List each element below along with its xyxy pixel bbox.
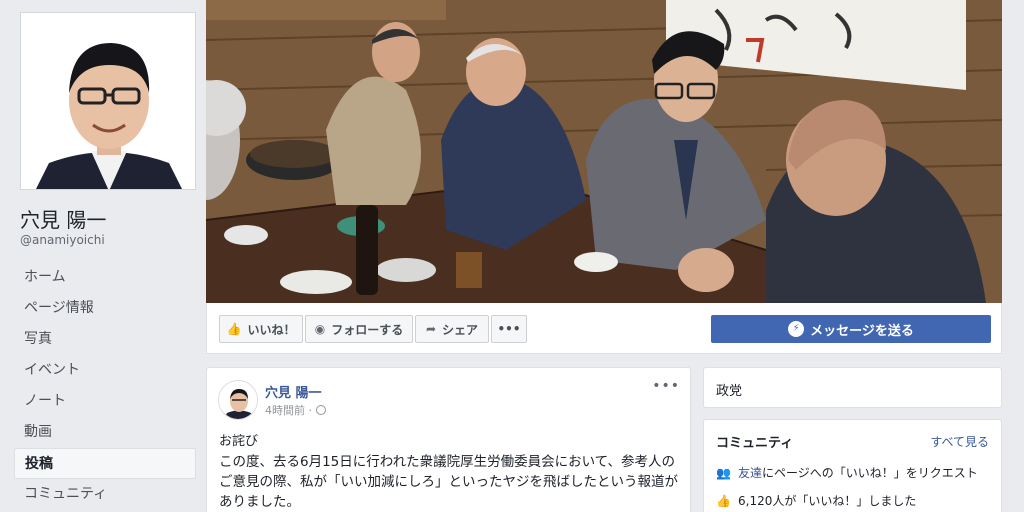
nav-item-videos[interactable]: 動画 xyxy=(14,417,196,448)
messenger-icon: ⚡ xyxy=(788,321,805,337)
send-message-label: メッセージを送る xyxy=(810,323,914,339)
cover-photo[interactable] xyxy=(206,0,1002,303)
nav-item-photos[interactable]: 写真 xyxy=(14,324,196,355)
nav-item-posts[interactable]: 投稿 xyxy=(14,448,196,479)
send-message-button[interactable]: ⚡ メッセージを送る xyxy=(711,315,991,343)
invite-friends-link[interactable]: 友達 xyxy=(738,466,762,480)
nav-item-notes[interactable]: ノート xyxy=(14,386,196,417)
nav-item-events[interactable]: イベント xyxy=(14,355,196,386)
page-nav: ホーム ページ情報 写真 イベント ノート 動画 投稿 コミュニティ xyxy=(14,262,196,510)
like-button[interactable]: 👍 いいね！ xyxy=(219,315,303,343)
post-time-text: 4時間前 · xyxy=(265,404,312,417)
post-card: 穴見 陽一 4時間前 · ••• お詫び この度、去る6月15日に行われた衆議院… xyxy=(206,367,691,512)
post-options-button[interactable]: ••• xyxy=(652,378,680,394)
profile-picture[interactable] xyxy=(20,12,196,190)
likes-count-row: 👍 6,120人が「いいね！」しました xyxy=(716,492,916,509)
page-action-bar: 👍 いいね！ ◉ フォローする ➦ シェア ••• ⚡ メッセージを送る xyxy=(206,303,1002,354)
post-author-name[interactable]: 穴見 陽一 xyxy=(265,382,322,401)
post-author-avatar[interactable] xyxy=(218,380,258,420)
nav-item-community[interactable]: コミュニティ xyxy=(14,479,196,510)
follow-button-label: フォローする xyxy=(331,322,404,337)
invite-friends-text: 友達にページへの「いいね！」をリクエスト xyxy=(738,464,978,481)
see-all-link[interactable]: すべて見る xyxy=(930,433,989,450)
thumbs-up-icon: 👍 xyxy=(716,493,731,508)
globe-icon xyxy=(316,405,326,415)
page-category-card: 政党 xyxy=(703,367,1002,408)
page-category[interactable]: 政党 xyxy=(716,380,742,399)
share-arrow-icon: ➦ xyxy=(425,322,437,336)
follow-button[interactable]: ◉ フォローする xyxy=(305,315,413,343)
page-name: 穴見 陽一 xyxy=(20,208,107,232)
invite-friends-row: 👥 友達にページへの「いいね！」をリクエスト xyxy=(716,464,978,481)
page-handle[interactable]: @anamiyoichi xyxy=(20,233,105,247)
nav-item-about[interactable]: ページ情報 xyxy=(14,293,196,324)
thumbs-up-icon: 👍 xyxy=(226,322,242,336)
likes-count-text: 6,120人が「いいね！」しました xyxy=(738,494,917,508)
post-timestamp[interactable]: 4時間前 · xyxy=(265,402,326,418)
share-button-label: シェア xyxy=(442,322,479,337)
community-title: コミュニティ xyxy=(716,436,794,451)
invite-friends-suffix: にページへの「いいね！」をリクエスト xyxy=(762,466,978,480)
share-button[interactable]: ➦ シェア xyxy=(415,315,489,343)
community-card: コミュニティ すべて見る 👥 友達にページへの「いいね！」をリクエスト 👍 6,… xyxy=(703,419,1002,512)
like-button-label: いいね！ xyxy=(247,322,296,337)
rss-icon: ◉ xyxy=(314,322,326,336)
more-options-icon: ••• xyxy=(497,322,521,336)
friends-icon: 👥 xyxy=(716,465,731,480)
nav-item-home[interactable]: ホーム xyxy=(14,262,196,293)
more-options-button[interactable]: ••• xyxy=(491,315,527,343)
post-title: お詫び xyxy=(219,434,259,449)
post-body: この度、去る6月15日に行われた衆議院厚生労働委員会において、参考人のご意見の際… xyxy=(219,454,678,510)
